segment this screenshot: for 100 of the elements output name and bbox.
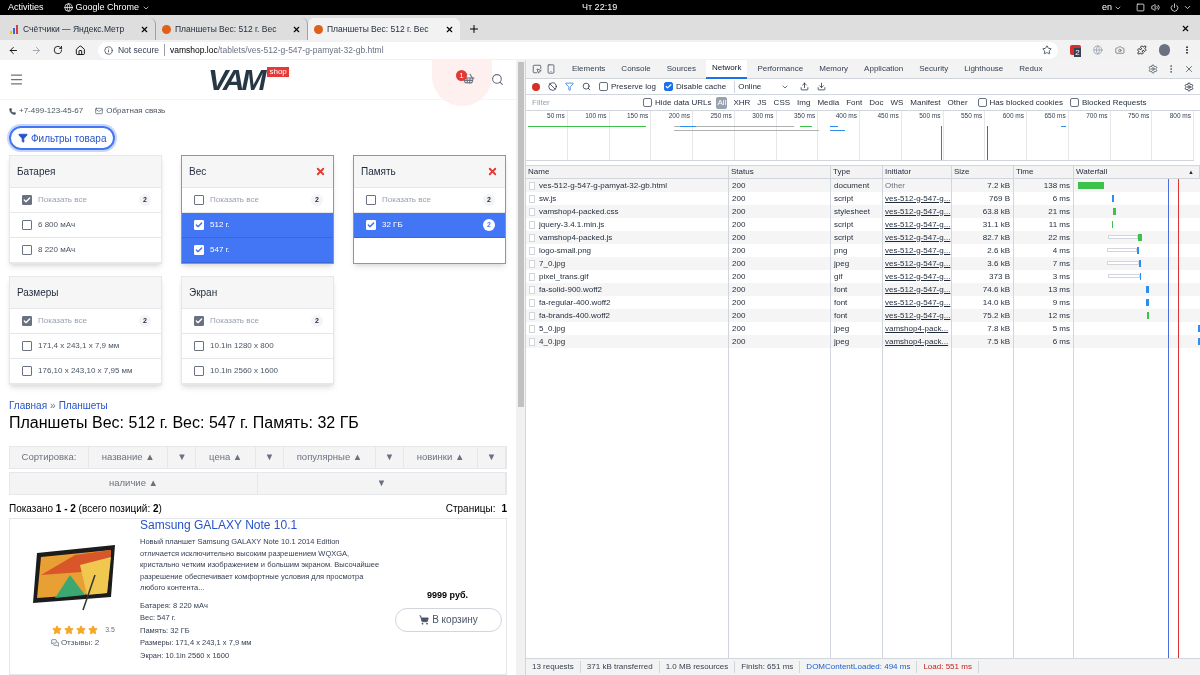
search-icon[interactable] [491,73,504,86]
clock[interactable]: Чт 22:19 [582,0,618,15]
column-header[interactable]: Size [954,166,970,178]
devtools-tab[interactable]: Performance [751,59,810,79]
devtools-tab[interactable]: Redux [1013,59,1049,79]
checkbox[interactable] [599,82,608,91]
reviews-link[interactable]: Отзывы: 2 [50,636,100,649]
filter-option[interactable]: 10.1in 2560 x 1600 [182,359,333,384]
product-title[interactable]: Samsung GALAXY Note 10.1 [140,518,380,532]
request-row[interactable]: fa-brands-400.woff2 200 font ves-512-g-547-g... 75.2 kB 12 ms [526,309,1200,322]
caret-icon[interactable] [1183,3,1192,12]
device-icon[interactable] [546,64,556,74]
sort-descending-button[interactable]: ▼ [478,447,507,468]
initiator-link[interactable]: ves-512-g-547-g... [885,270,951,283]
filter-option[interactable]: 8 220 мАч [10,238,161,263]
initiator-link[interactable]: ves-512-g-547-g... [885,309,951,322]
close-icon[interactable] [1181,24,1190,33]
checkbox[interactable] [194,195,204,205]
filters-button[interactable]: Фильтры товара [9,126,116,150]
bookmark-icon[interactable] [1042,45,1053,55]
type-filter[interactable]: Other [946,96,969,109]
checkbox[interactable] [194,316,204,326]
initiator-link[interactable]: ves-512-g-547-g... [885,192,951,205]
home-icon[interactable] [75,44,86,56]
avatar[interactable] [1158,44,1171,56]
filter-option[interactable]: 6 800 мАч [10,213,161,238]
close-icon[interactable] [140,24,149,34]
initiator-link[interactable]: vamshop4-pack... [885,322,949,335]
sort-ascending-button[interactable]: название ▲ [89,447,169,468]
back-icon[interactable] [8,44,19,56]
devtools-tab[interactable]: Sources [660,59,703,79]
type-filter[interactable]: CSS [772,96,792,109]
devtools-tab[interactable]: Memory [813,59,855,79]
devtools-tab[interactable]: Application [858,59,910,79]
close-icon[interactable] [445,24,454,34]
checkbox[interactable] [22,220,32,230]
feedback-link[interactable]: Обратная связь [95,105,166,117]
initiator-link[interactable]: ves-512-g-547-g... [885,296,951,309]
initiator-link[interactable]: ves-512-g-547-g... [885,218,951,231]
type-filter[interactable]: WS [889,96,905,109]
type-filter[interactable]: Font [845,96,864,109]
request-row[interactable]: fa-solid-900.woff2 200 font ves-512-g-547-g... 74.6 kB 13 ms [526,283,1200,296]
filter-option[interactable]: 10.1in 1280 x 800 [182,334,333,359]
initiator-link[interactable]: vamshop4-pack... [885,335,949,348]
column-header[interactable]: Initiator [885,166,912,178]
extension-icon[interactable]: 2 [1070,45,1082,55]
checkbox[interactable] [977,98,987,107]
browser-tab[interactable]: Планшеты Вес: 512 г. Вес [308,18,460,40]
checkbox[interactable] [22,341,32,351]
checkbox[interactable] [194,366,204,376]
column-header[interactable]: Status [731,166,754,178]
checkbox[interactable] [366,195,376,205]
filter-icon[interactable] [565,82,574,91]
request-row[interactable]: 5_0.jpg 200 jpeg vamshop4-pack... 7.8 kB 5 ms [526,322,1200,335]
camera-icon[interactable] [1115,45,1125,55]
inspect-icon[interactable] [532,64,542,74]
checkbox[interactable] [22,366,32,376]
page-number[interactable]: 1 [501,501,507,516]
breadcrumb-link[interactable]: Планшеты [58,398,108,413]
record-icon[interactable] [532,82,540,91]
request-row[interactable]: ves-512-g-547-g-pamyat-32-gb.html 200 document Other 7.2 kB 138 ms [526,179,1200,192]
checkbox[interactable] [194,341,204,351]
type-filter[interactable]: XHR [732,96,752,109]
search-icon[interactable] [582,82,591,91]
devtools-tab[interactable]: Elements [566,59,612,79]
column-header[interactable]: Name [528,166,550,178]
filter-option[interactable]: 512 г. [182,213,333,238]
checkbox[interactable] [663,82,673,91]
language-menu[interactable]: en [1102,0,1122,15]
power-icon[interactable] [1170,3,1179,12]
initiator-link[interactable]: ves-512-g-547-g... [885,244,951,257]
sort-descending-button[interactable]: ▼ [168,447,197,468]
request-row[interactable]: 4_0.jpg 200 jpeg vamshop4-pack... 7.5 kB 6 ms [526,335,1200,348]
filter-option[interactable]: 171,4 x 243,1 x 7,9 мм [10,334,161,359]
scrollbar[interactable] [516,60,525,675]
initiator-link[interactable]: ves-512-g-547-g... [885,283,951,296]
export-icon[interactable] [817,82,827,91]
settings-icon[interactable] [1148,64,1158,74]
breadcrumb-link[interactable]: Главная [9,398,48,413]
column-header[interactable]: Type [833,166,851,178]
app-menu[interactable]: Google Chrome [63,0,151,15]
request-row[interactable]: vamshop4-packed.css 200 stylesheet ves-512-g-547-g... 63.8 kB 21 ms [526,205,1200,218]
devtools-tab[interactable]: Security [913,59,955,79]
sort-ascending-button[interactable]: цена ▲ [196,447,256,468]
initiator-link[interactable]: ves-512-g-547-g... [885,231,951,244]
column-header[interactable]: Waterfall [1076,166,1108,178]
type-filter[interactable]: JS [756,96,768,109]
volume-icon[interactable] [1151,3,1160,12]
import-icon[interactable] [800,82,810,91]
type-filter[interactable]: Media [816,96,841,109]
new-tab-icon[interactable] [468,23,480,35]
clear-icon[interactable] [548,82,557,91]
filter-field[interactable]: Filter [530,96,638,109]
sort-ascending-button[interactable]: новинки ▲ [403,447,479,468]
type-filter[interactable]: Manifest [909,96,942,109]
address-field[interactable]: Not secure vamshop.loc/tablets/ves-512-g-547-g-pamyat-32-gb.html [97,41,1059,59]
settings-icon[interactable] [1184,81,1194,92]
menu-icon[interactable] [9,72,24,87]
checkbox[interactable] [1069,98,1079,107]
request-row[interactable]: 7_0.jpg 200 jpeg ves-512-g-547-g... 3.6 kB 7 ms [526,257,1200,270]
